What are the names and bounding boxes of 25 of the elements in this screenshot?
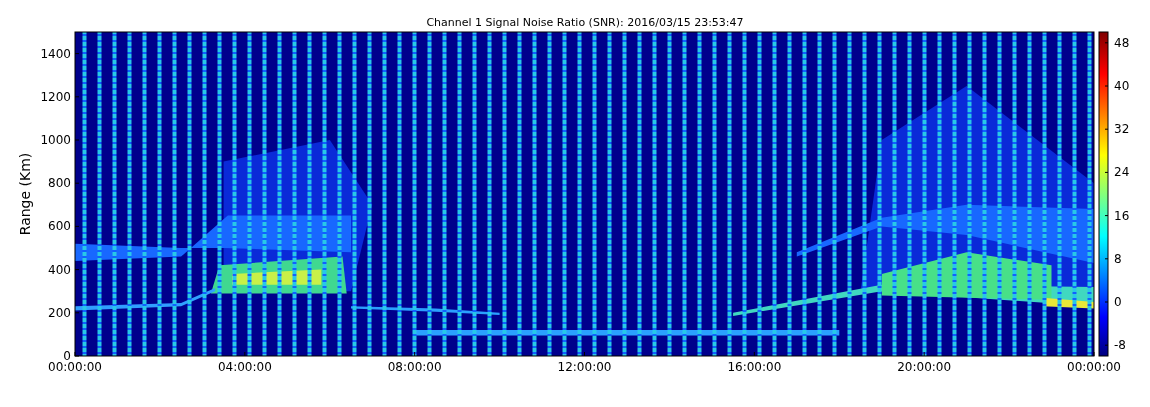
tick-label: 20:00:00 <box>897 360 952 374</box>
tick-label: 0 <box>1114 295 1122 309</box>
tick-label: 1000 <box>40 133 71 147</box>
tick-label: 32 <box>1114 122 1130 137</box>
tick-label: 16 <box>1114 208 1130 223</box>
tick-label: 0 <box>63 349 71 363</box>
tick-label: 00:00:00 <box>1067 360 1121 374</box>
tick-label: 16:00:00 <box>727 360 782 374</box>
tick-label: 40 <box>1114 79 1130 93</box>
tick-label: 00:00:00 <box>48 360 102 374</box>
tick-label: 8 <box>1114 251 1122 266</box>
tick-label: 400 <box>48 262 71 277</box>
tick-label: 200 <box>48 305 71 320</box>
axis-title: Range (Km) <box>17 152 33 236</box>
tick-label: 48 <box>1114 35 1130 50</box>
tick-label: 600 <box>48 219 71 234</box>
tick-label: 12:00:00 <box>557 360 612 374</box>
tick-label: -8 <box>1114 338 1126 353</box>
tick-label: 04:00:00 <box>217 360 272 374</box>
tick-label: 1200 <box>40 89 71 104</box>
tick-label: 24 <box>1114 165 1130 180</box>
tick-label: 1400 <box>40 46 71 61</box>
tick-label: 08:00:00 <box>387 360 442 374</box>
tick-label: 800 <box>48 176 71 191</box>
chart-title: Channel 1 Signal Noise Ratio (SNR): 2016/03/15 23:53:47 <box>426 16 744 29</box>
